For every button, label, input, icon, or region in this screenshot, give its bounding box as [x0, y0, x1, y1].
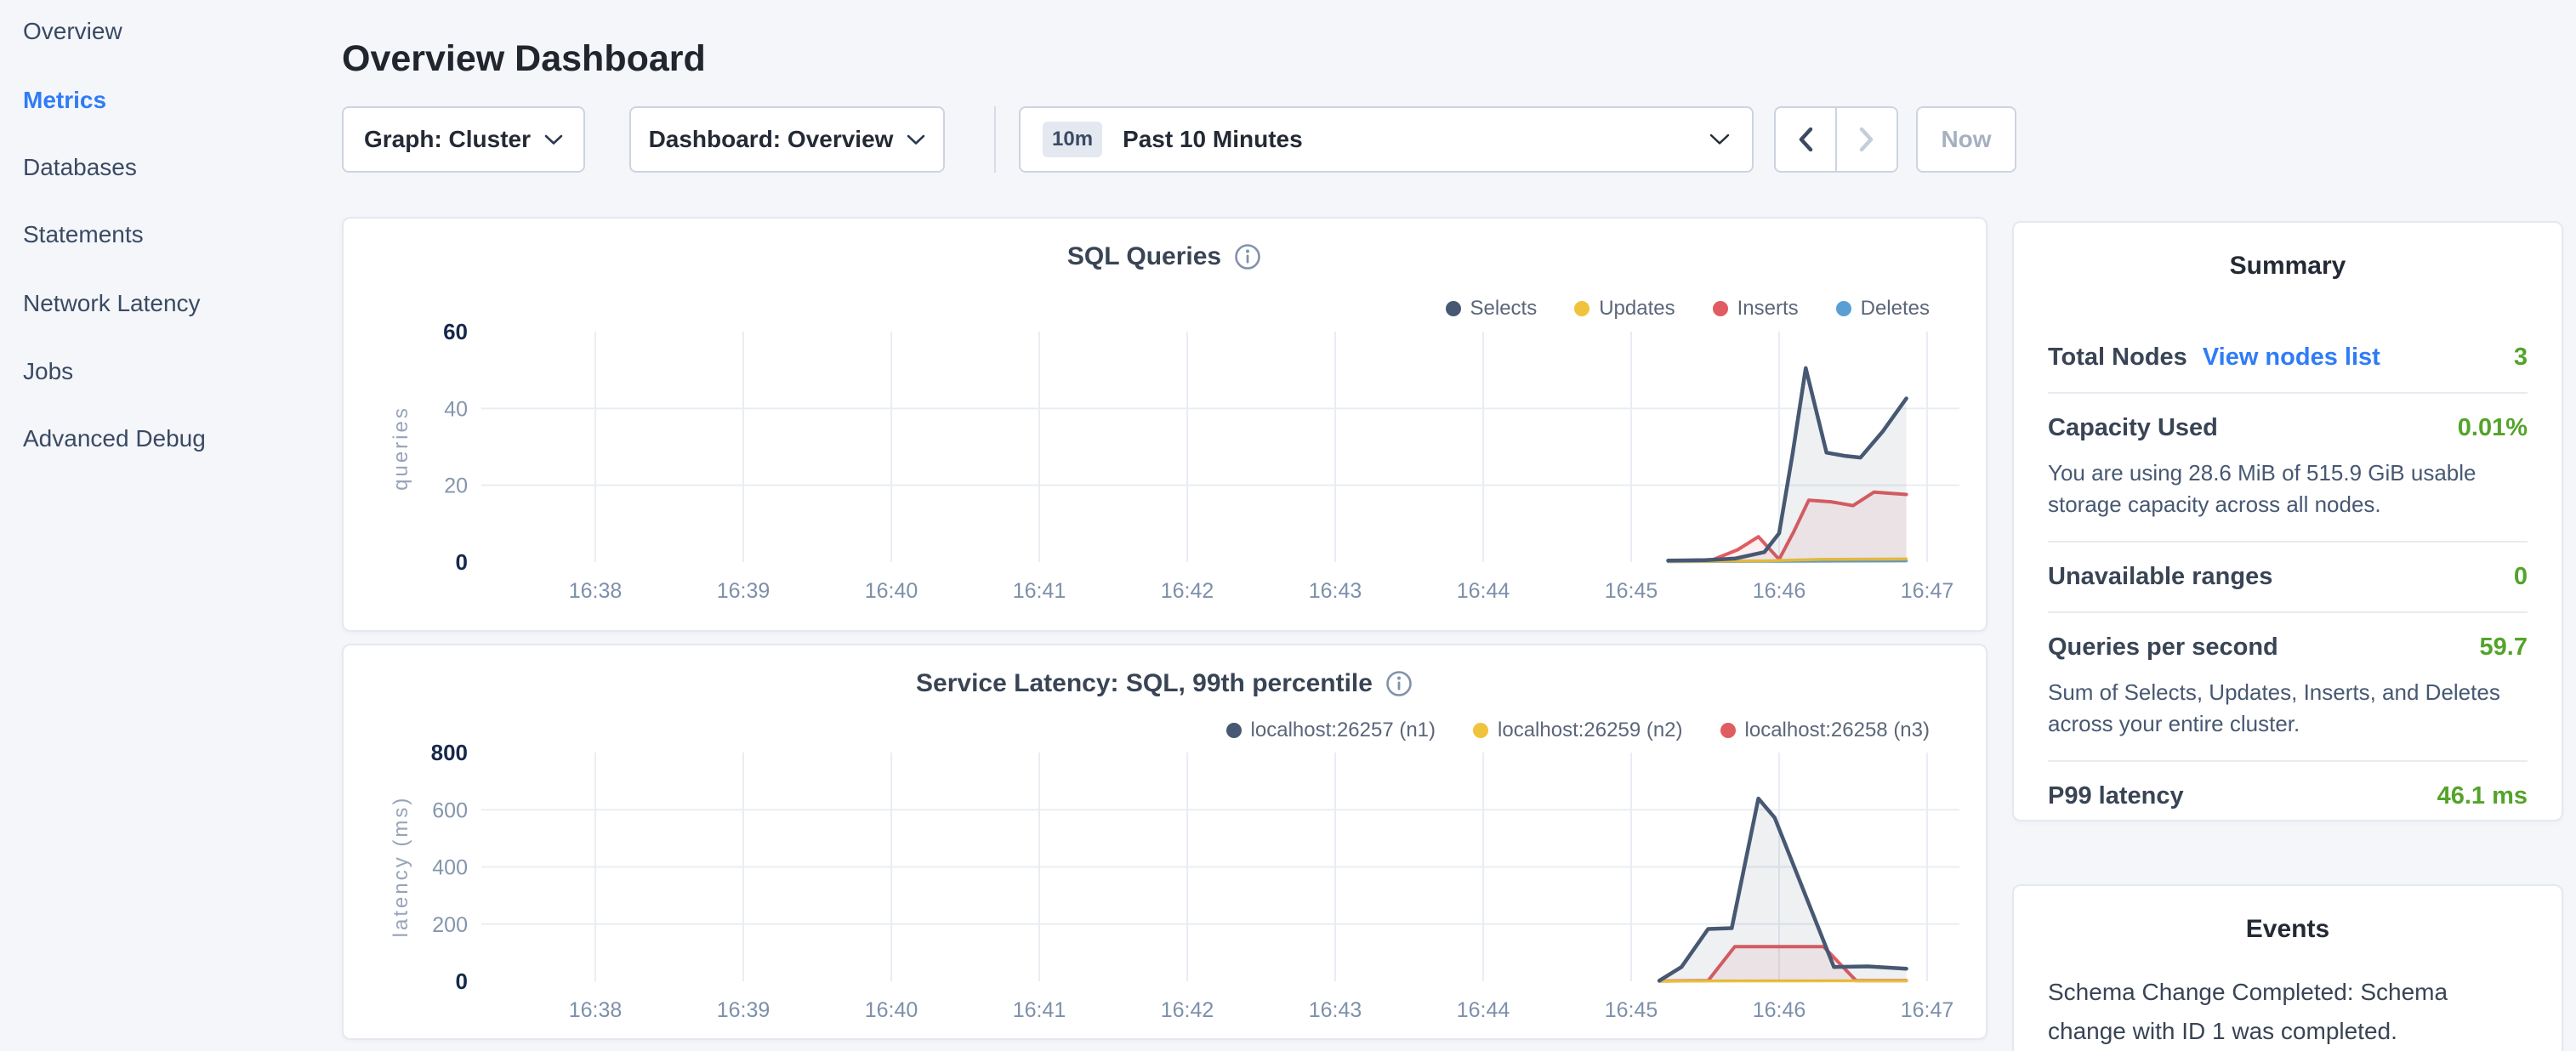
x-tick-label: 16:41: [1013, 579, 1066, 603]
sidebar-item-statements[interactable]: Statements: [23, 213, 144, 256]
time-range-label: Past 10 Minutes: [1123, 126, 1709, 153]
x-tick-label: 16:40: [865, 579, 918, 603]
sidebar-item-metrics[interactable]: Metrics: [23, 79, 106, 122]
page-title: Overview Dashboard: [342, 38, 706, 80]
sidebar: Overview Metrics Databases Statements Ne…: [0, 0, 340, 1051]
y-tick-label: 800: [431, 740, 468, 765]
event-item[interactable]: Schema Change Completed: Schema change w…: [2048, 973, 2528, 1051]
summary-title: Summary: [2048, 252, 2528, 281]
y-tick-label: 600: [432, 798, 468, 822]
graph-scope-label: Graph: Cluster: [364, 126, 531, 153]
summary-row-total-nodes: Total Nodes View nodes list 3: [2048, 323, 2528, 392]
x-tick-label: 16:45: [1605, 998, 1658, 1022]
sql-queries-chart-card: SQL Queries SelectsUpdatesInsertsDeletes…: [342, 217, 1987, 632]
sql-queries-plot[interactable]: 16:38 16:39 16:40 16:41 16:42 16:43 16:44 16:45…: [344, 219, 1986, 630]
chevron-right-icon: [1857, 126, 1876, 153]
summary-panel: Summary Total Nodes View nodes list 3 Ca…: [2012, 221, 2563, 821]
sidebar-item-jobs[interactable]: Jobs: [23, 350, 73, 393]
sidebar-item-network-latency[interactable]: Network Latency: [23, 282, 201, 325]
summary-row-p99-latency: P99 latency 46.1 ms: [2048, 760, 2528, 831]
x-tick-label: 16:44: [1457, 579, 1510, 603]
y-tick-label: 0: [456, 549, 468, 575]
summary-label: Capacity Used: [2048, 414, 2218, 442]
x-tick-label: 16:42: [1161, 579, 1214, 603]
now-button[interactable]: Now: [1916, 106, 2016, 173]
summary-value: 0.01%: [2458, 414, 2528, 442]
y-tick-label: 60: [443, 319, 468, 344]
x-tick-label: 16:38: [569, 998, 623, 1022]
events-title: Events: [2048, 915, 2528, 944]
Selects-area: [1669, 368, 1907, 562]
summary-value: 3: [2514, 344, 2528, 372]
x-tick-label: 16:43: [1309, 579, 1362, 603]
localhost:26257 (n1)-area: [1659, 798, 1907, 981]
sidebar-item-databases[interactable]: Databases: [23, 146, 137, 189]
chevron-down-icon: [907, 134, 925, 145]
x-tick-label: 16:45: [1605, 579, 1658, 603]
summary-label: Unavailable ranges: [2048, 563, 2272, 591]
toolbar-divider: [994, 106, 996, 173]
graph-scope-dropdown[interactable]: Graph: Cluster: [342, 106, 585, 173]
time-step-back-button[interactable]: [1776, 108, 1837, 171]
time-range-badge: 10m: [1043, 122, 1102, 157]
summary-row-queries-per-second: Queries per second 59.7: [2048, 611, 2528, 682]
summary-value: 0: [2514, 563, 2528, 591]
events-panel: Events Schema Change Completed: Schema c…: [2012, 884, 2563, 1051]
x-tick-label: 16:40: [865, 998, 918, 1022]
x-tick-label: 16:46: [1753, 998, 1806, 1022]
summary-label: P99 latency: [2048, 782, 2184, 810]
y-tick-label: 20: [444, 474, 468, 498]
summary-value: 59.7: [2480, 633, 2528, 662]
summary-description: You are using 28.6 MiB of 515.9 GiB usab…: [2048, 457, 2528, 541]
y-tick-label: 0: [456, 969, 468, 994]
chevron-down-icon: [544, 134, 563, 145]
y-tick-label: 400: [432, 856, 468, 880]
service-latency-plot[interactable]: 16:38 16:39 16:40 16:41 16:42 16:43 16:44 16:45…: [344, 645, 1986, 1038]
summary-description: Sum of Selects, Updates, Inserts, and De…: [2048, 677, 2528, 760]
summary-row-unavailable-ranges: Unavailable ranges 0: [2048, 541, 2528, 611]
x-tick-label: 16:41: [1013, 998, 1066, 1022]
x-tick-label: 16:43: [1309, 998, 1362, 1022]
dashboard-label: Dashboard: Overview: [649, 126, 894, 153]
x-tick-label: 16:39: [717, 998, 771, 1022]
y-tick-label: 200: [432, 913, 468, 937]
summary-label: Total Nodes: [2048, 344, 2187, 372]
x-tick-label: 16:42: [1161, 998, 1214, 1022]
x-tick-label: 16:47: [1901, 579, 1954, 603]
summary-label: Queries per second: [2048, 633, 2278, 662]
service-latency-chart-card: Service Latency: SQL, 99th percentile lo…: [342, 644, 1987, 1040]
x-tick-label: 16:47: [1901, 998, 1954, 1022]
x-tick-label: 16:46: [1753, 579, 1806, 603]
chevron-down-icon: [1709, 134, 1730, 145]
time-step-forward-button[interactable]: [1837, 108, 1896, 171]
x-tick-label: 16:39: [717, 579, 771, 603]
sidebar-item-advanced-debug[interactable]: Advanced Debug: [23, 418, 206, 460]
time-step-buttons: [1774, 106, 1898, 173]
sidebar-item-overview[interactable]: Overview: [23, 10, 122, 53]
summary-value: 46.1 ms: [2437, 782, 2528, 810]
summary-row-capacity-used: Capacity Used 0.01%: [2048, 392, 2528, 463]
db-console-screen: Overview Metrics Databases Statements Ne…: [0, 0, 2576, 1051]
time-range-selector[interactable]: 10m Past 10 Minutes: [1019, 106, 1754, 173]
x-tick-label: 16:44: [1457, 998, 1510, 1022]
event-message: Schema Change Completed: Schema change w…: [2048, 973, 2528, 1051]
y-tick-label: 40: [444, 397, 468, 421]
chevron-left-icon: [1796, 126, 1815, 153]
x-tick-label: 16:38: [569, 579, 623, 603]
dashboard-dropdown[interactable]: Dashboard: Overview: [629, 106, 945, 173]
view-nodes-list-link[interactable]: View nodes list: [2203, 344, 2380, 372]
